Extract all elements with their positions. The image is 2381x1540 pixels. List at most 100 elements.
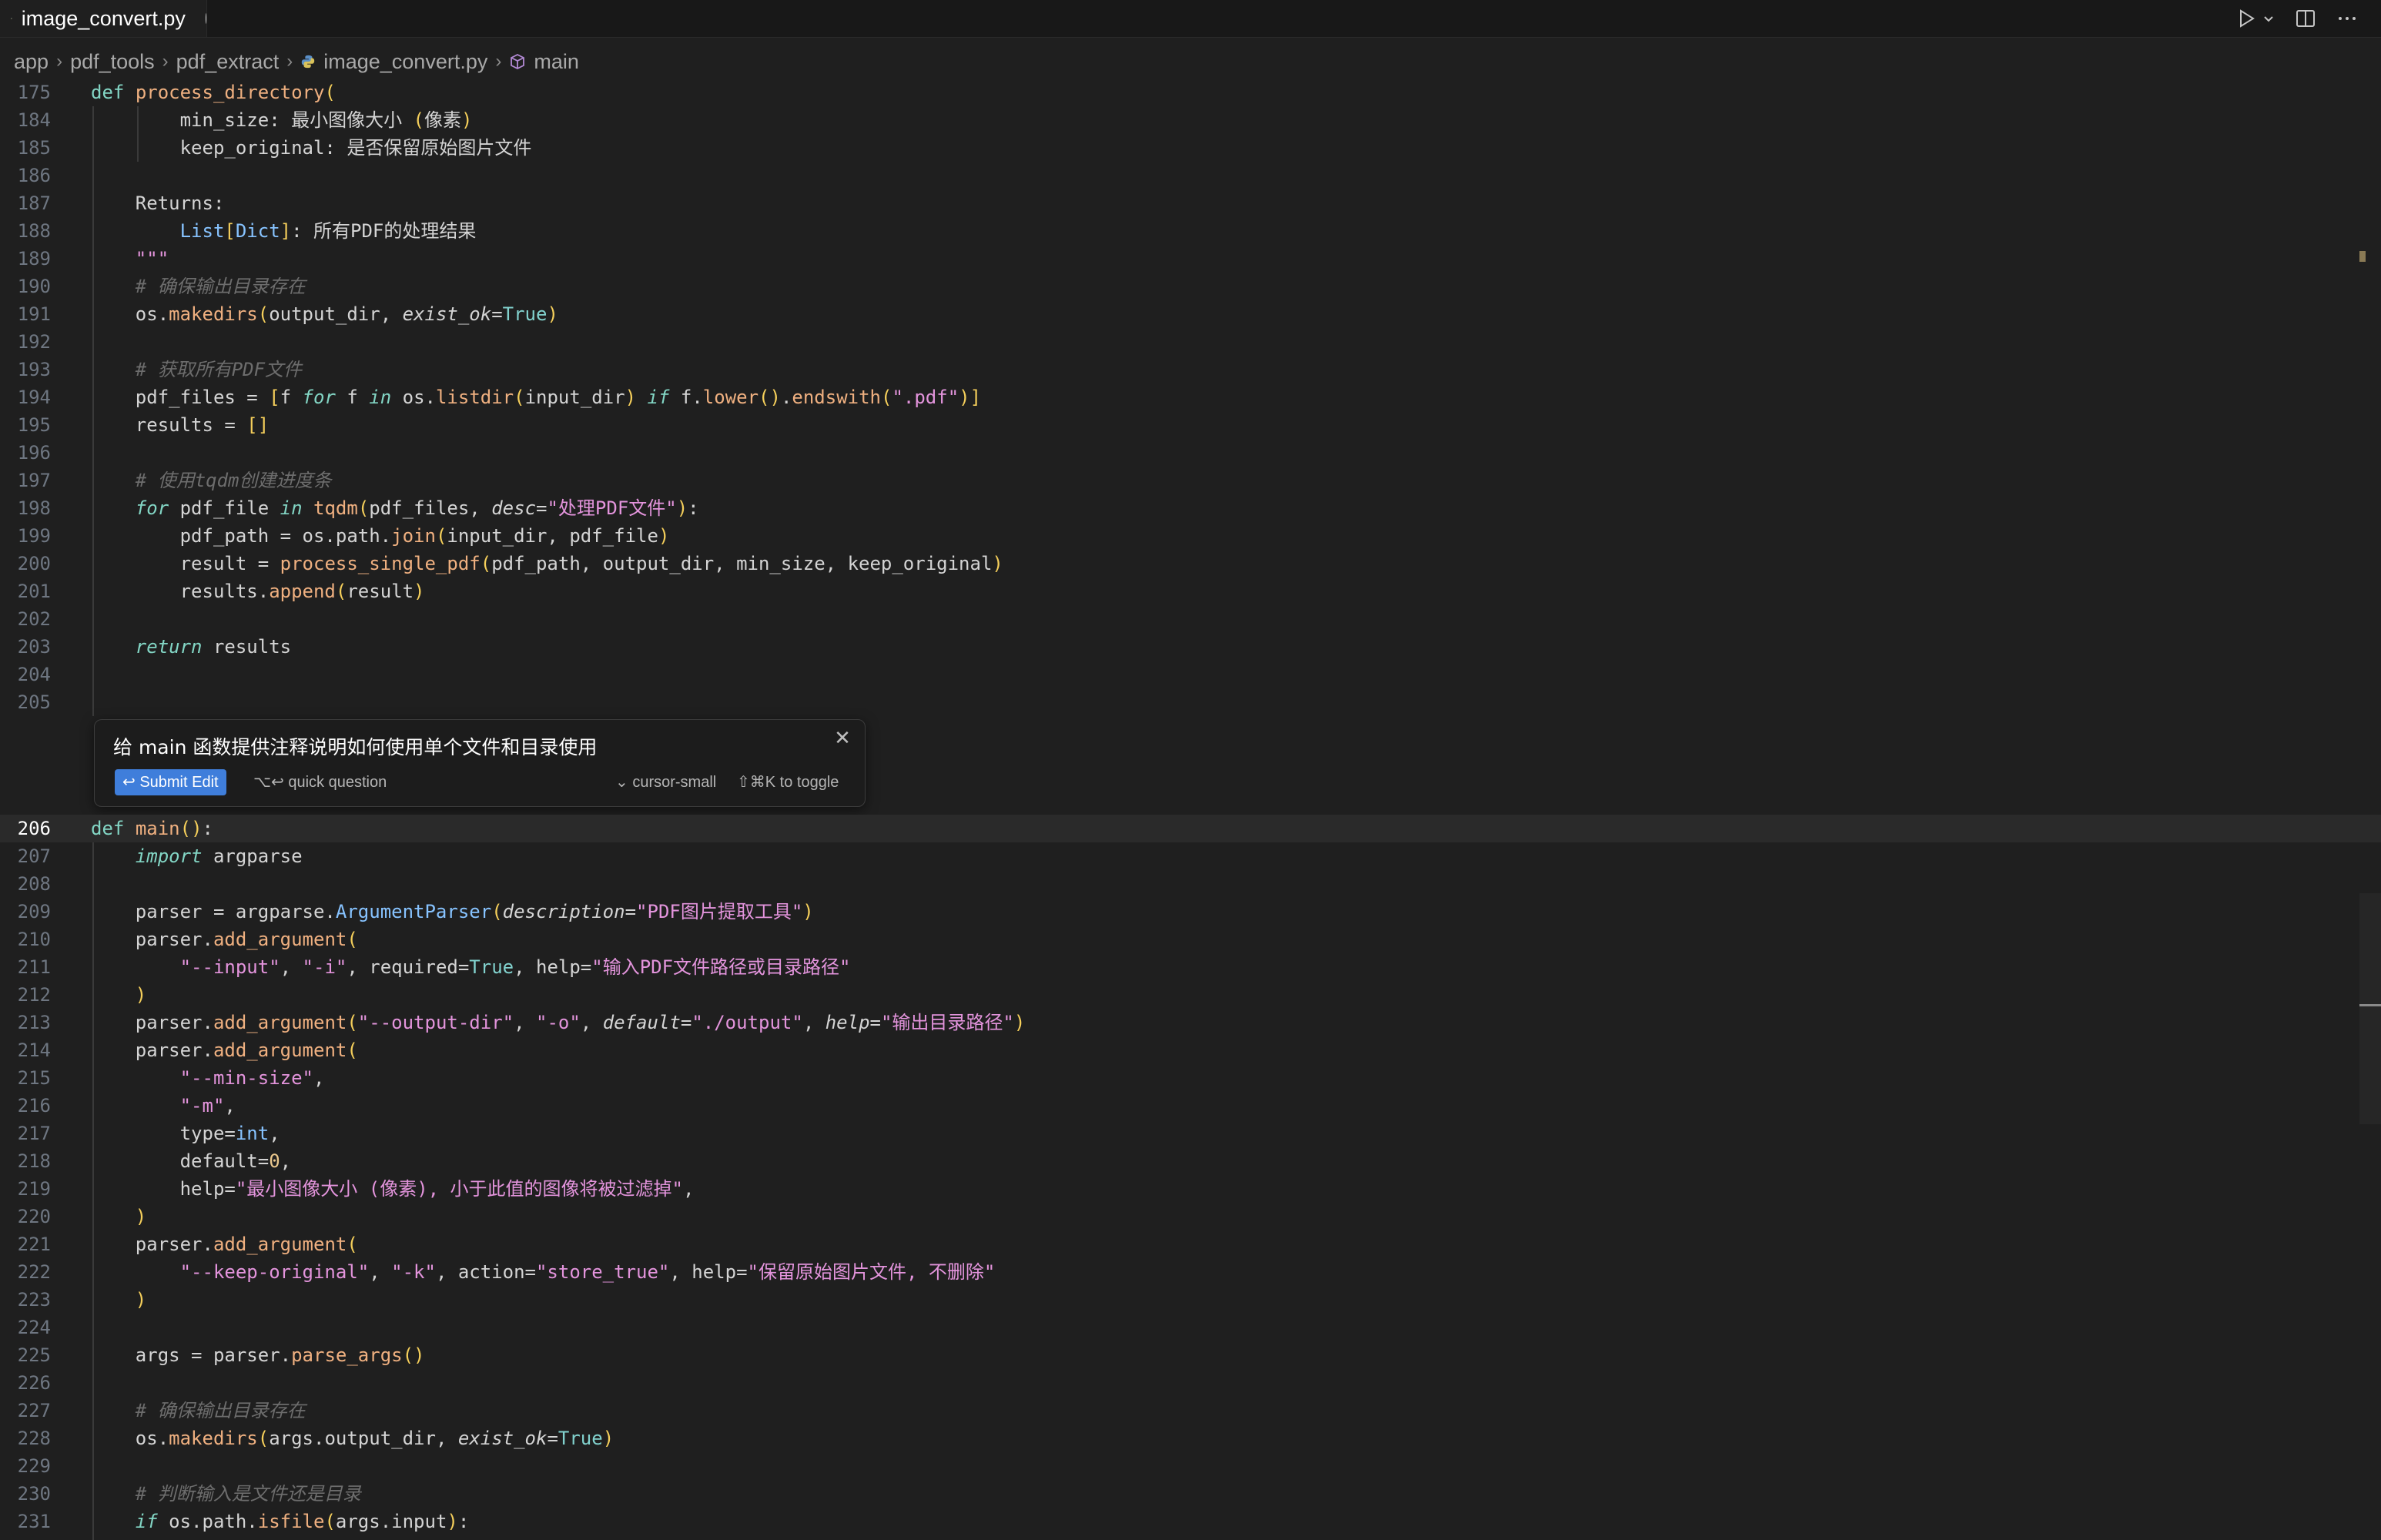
close-icon[interactable]: ✕ — [831, 726, 854, 749]
split-editor-icon[interactable] — [2295, 8, 2316, 29]
line-content: results.append(result) — [91, 581, 425, 602]
code-line[interactable]: 196 — [0, 439, 2381, 467]
code-line[interactable]: 185 keep_original: 是否保留原始图片文件 — [0, 134, 2381, 162]
code-line[interactable]: 223 ) — [0, 1286, 2381, 1314]
line-number: 189 — [17, 248, 51, 270]
line-number: 227 — [17, 1400, 51, 1421]
line-content: parser.add_argument( — [91, 1040, 358, 1061]
code-line[interactable]: 189 """ — [0, 245, 2381, 273]
edit-prompt-input[interactable] — [113, 734, 806, 762]
play-icon[interactable] — [2236, 8, 2256, 28]
code-line[interactable]: 206 def main(): — [0, 815, 2381, 842]
code-line[interactable]: 211 "--input", "-i", required=True, help… — [0, 953, 2381, 981]
code-line[interactable]: 213 parser.add_argument("--output-dir", … — [0, 1009, 2381, 1036]
code-line[interactable]: 187 Returns: — [0, 189, 2381, 217]
code-line[interactable]: 226 — [0, 1369, 2381, 1397]
line-number: 215 — [17, 1067, 51, 1089]
code-line[interactable]: 207 import argparse — [0, 842, 2381, 870]
line-number: 210 — [17, 929, 51, 950]
line-number: 211 — [17, 956, 51, 978]
line-content: parser.add_argument("--output-dir", "-o"… — [91, 1012, 1026, 1033]
tab-image-convert[interactable]: image_convert.py — [0, 0, 207, 37]
code-line[interactable]: 190 # 确保输出目录存在 — [0, 273, 2381, 300]
code-line[interactable]: 192 — [0, 328, 2381, 356]
code-line[interactable]: 230 # 判断输入是文件还是目录 — [0, 1480, 2381, 1508]
line-number: 223 — [17, 1289, 51, 1311]
line-number: 208 — [17, 873, 51, 895]
line-number: 187 — [17, 192, 51, 214]
line-number: 190 — [17, 276, 51, 297]
code-editor-upper[interactable]: 175 def process_directory(184 min_size: 最… — [0, 79, 2381, 716]
line-number: 184 — [17, 109, 51, 131]
line-content: # 使用tqdm创建进度条 — [135, 470, 332, 491]
code-line[interactable]: 218 default=0, — [0, 1147, 2381, 1175]
model-selector[interactable]: ⌄ cursor-small — [615, 769, 716, 795]
code-line[interactable]: 214 parser.add_argument( — [0, 1036, 2381, 1064]
quick-question-hint[interactable]: ⌥↩ quick question — [253, 769, 387, 795]
code-line[interactable]: 224 — [0, 1314, 2381, 1341]
code-line[interactable]: 188 List[Dict]: 所有PDF的处理结果 — [0, 217, 2381, 245]
code-line[interactable]: 202 — [0, 605, 2381, 633]
indent-guide — [92, 106, 94, 716]
line-number: 229 — [17, 1455, 51, 1477]
code-line[interactable]: 198 for pdf_file in tqdm(pdf_files, desc… — [0, 494, 2381, 522]
code-line[interactable]: 199 pdf_path = os.path.join(input_dir, p… — [0, 522, 2381, 550]
code-line[interactable]: 221 parser.add_argument( — [0, 1230, 2381, 1258]
code-line[interactable]: 220 ) — [0, 1203, 2381, 1230]
line-number: 228 — [17, 1428, 51, 1449]
line-number: 204 — [17, 664, 51, 685]
line-content: keep_original: 是否保留原始图片文件 — [91, 137, 532, 159]
line-content: result = process_single_pdf(pdf_path, ou… — [91, 553, 1003, 574]
chevron-down-icon[interactable] — [2262, 12, 2275, 25]
code-line[interactable]: 186 — [0, 162, 2381, 189]
code-line[interactable]: 228 os.makedirs(args.output_dir, exist_o… — [0, 1424, 2381, 1452]
code-line[interactable]: 212 ) — [0, 981, 2381, 1009]
breadcrumb-pdf-tools[interactable]: pdf_tools — [70, 50, 155, 74]
code-editor-lower[interactable]: 206 def main(): 207 import argparse 208 209 … — [0, 815, 2381, 1535]
code-line[interactable]: 219 help="最小图像大小 (像素), 小于此值的图像将被过滤掉", — [0, 1175, 2381, 1203]
code-line[interactable]: 231 if os.path.isfile(args.input): — [0, 1508, 2381, 1535]
code-line[interactable]: 229 — [0, 1452, 2381, 1480]
line-content: os.makedirs(args.output_dir, exist_ok=Tr… — [91, 1428, 615, 1449]
line-number: 192 — [17, 331, 51, 353]
code-line[interactable]: 227 # 确保输出目录存在 — [0, 1397, 2381, 1424]
code-line[interactable]: 216 "-m", — [0, 1092, 2381, 1120]
line-content: ) — [135, 1289, 147, 1311]
line-number: 195 — [17, 414, 51, 436]
line-content: help="最小图像大小 (像素), 小于此值的图像将被过滤掉", — [91, 1178, 695, 1200]
line-content: parser.add_argument( — [91, 929, 358, 950]
code-line[interactable]: 184 min_size: 最小图像大小 (像素) — [0, 106, 2381, 134]
code-line[interactable]: 204 — [0, 661, 2381, 688]
code-line[interactable]: 210 parser.add_argument( — [0, 926, 2381, 953]
line-number: 202 — [17, 608, 51, 630]
line-number: 175 — [17, 82, 51, 103]
code-line[interactable]: 209 parser = argparse.ArgumentParser(des… — [0, 898, 2381, 926]
code-line[interactable]: 175 def process_directory( — [0, 79, 2381, 106]
breadcrumb-symbol[interactable]: main — [534, 50, 579, 74]
code-line[interactable]: 197 # 使用tqdm创建进度条 — [0, 467, 2381, 494]
submit-edit-button[interactable]: ↩ Submit Edit — [115, 769, 226, 795]
code-line[interactable]: 222 "--keep-original", "-k", action="sto… — [0, 1258, 2381, 1286]
code-line[interactable]: 201 results.append(result) — [0, 578, 2381, 605]
tab-bar: image_convert.py — [0, 0, 2381, 38]
line-number: 230 — [17, 1483, 51, 1505]
code-line[interactable]: 191 os.makedirs(output_dir, exist_ok=Tru… — [0, 300, 2381, 328]
breadcrumb-file[interactable]: image_convert.py — [323, 50, 487, 74]
code-line[interactable]: 225 args = parser.parse_args() — [0, 1341, 2381, 1369]
line-number: 199 — [17, 525, 51, 547]
code-line[interactable]: 208 — [0, 870, 2381, 898]
code-line[interactable]: 200 result = process_single_pdf(pdf_path… — [0, 550, 2381, 578]
code-line[interactable]: 195 results = [] — [0, 411, 2381, 439]
code-line[interactable]: 194 pdf_files = [f for f in os.listdir(i… — [0, 383, 2381, 411]
scrollbar-track[interactable] — [2359, 893, 2381, 1124]
code-line[interactable]: 217 type=int, — [0, 1120, 2381, 1147]
breadcrumb-app[interactable]: app — [14, 50, 49, 74]
code-line[interactable]: 205 — [0, 688, 2381, 716]
line-number: 209 — [17, 901, 51, 922]
cube-symbol-icon — [511, 53, 525, 70]
code-line[interactable]: 193 # 获取所有PDF文件 — [0, 356, 2381, 383]
breadcrumb-pdf-extract[interactable]: pdf_extract — [176, 50, 280, 74]
code-line[interactable]: 203 return results — [0, 633, 2381, 661]
ellipsis-icon[interactable] — [2336, 8, 2358, 29]
code-line[interactable]: 215 "--min-size", — [0, 1064, 2381, 1092]
